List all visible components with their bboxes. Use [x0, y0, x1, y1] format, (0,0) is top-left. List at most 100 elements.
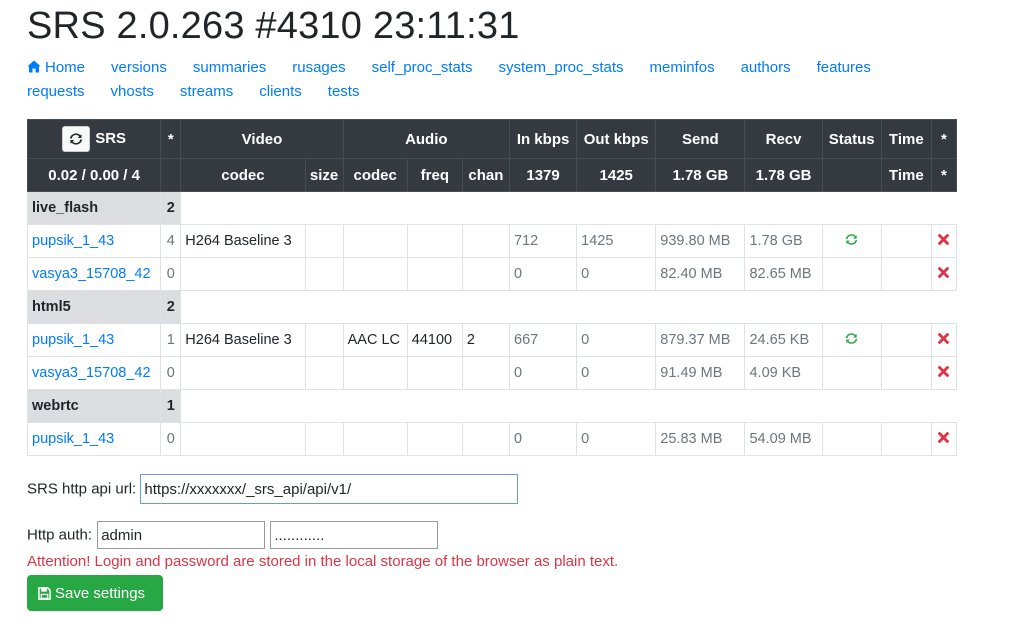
vhost-stream-count: 1: [160, 389, 182, 423]
vhost-row-fill: [180, 290, 957, 324]
vhost-row: webrtc 1: [26, 389, 957, 423]
nav-link-clients[interactable]: clients: [259, 82, 302, 102]
vhost-name: webrtc: [26, 389, 162, 423]
nav-link-label: versions: [111, 59, 167, 76]
stream-name-link[interactable]: vasya3_15708_42: [26, 257, 162, 291]
col-blank-status: [821, 158, 882, 192]
nav-link-label: features: [816, 59, 871, 76]
api-url-row: SRS http api url:: [27, 474, 519, 504]
col-status: Status: [821, 119, 882, 159]
api-url-input[interactable]: [140, 474, 519, 504]
nav-link-streams[interactable]: streams: [180, 82, 233, 102]
col-audio-freq: freq: [406, 158, 463, 192]
in-kbps: 0: [508, 257, 578, 291]
stream-time: [880, 323, 932, 357]
col-star: *: [160, 119, 182, 159]
audio-chan: [461, 257, 511, 291]
vhost-name: html5: [26, 290, 162, 324]
audio-codec: [342, 422, 408, 456]
col-video-codec: codec: [180, 158, 306, 192]
delete-stream-button[interactable]: [930, 422, 958, 456]
nav-link-requests[interactable]: requests: [27, 82, 85, 102]
total-recv: 1.78 GB: [744, 158, 823, 192]
nav-link-home[interactable]: Home: [27, 58, 85, 78]
col-out-kbps: Out kbps: [576, 119, 657, 159]
delete-icon: [938, 233, 950, 246]
nav-link-rusages[interactable]: rusages: [292, 58, 345, 78]
recv-bytes: 24.65 KB: [744, 323, 823, 357]
http-auth-row: Http auth:: [27, 521, 439, 549]
recv-bytes: 1.78 GB: [744, 224, 823, 258]
audio-chan: [461, 356, 511, 390]
refresh-header: SRS: [26, 119, 162, 159]
vhost-row: live_flash 2: [26, 191, 957, 225]
nav-link-label: vhosts: [110, 83, 154, 100]
recv-bytes: 54.09 MB: [744, 422, 823, 456]
col-time-2: Time: [880, 158, 932, 192]
stream-row: vasya3_15708_42 0 0 0 82.40 MB 82.65 MB: [26, 257, 958, 291]
stream-status: [821, 323, 882, 357]
stream-name-link[interactable]: pupsik_1_43: [26, 224, 162, 258]
col-recv: Recv: [744, 119, 823, 159]
sync-icon: [845, 332, 858, 344]
delete-stream-button[interactable]: [930, 224, 958, 258]
nav-link-label: authors: [740, 59, 791, 76]
nav-link-meminfos[interactable]: meminfos: [650, 58, 715, 78]
video-codec: H264 Baseline 3: [180, 323, 306, 357]
col-star-3: *: [930, 158, 958, 192]
nav-link-system-proc-stats[interactable]: system_proc_stats: [499, 58, 624, 78]
nav-row-1: Home versions summaries rusages self_proc_st…: [27, 58, 987, 82]
delete-stream-button[interactable]: [930, 356, 958, 390]
stream-name-link[interactable]: pupsik_1_43: [26, 323, 162, 357]
nav-link-summaries[interactable]: summaries: [193, 58, 266, 78]
nav-link-authors[interactable]: authors: [741, 58, 791, 78]
delete-icon: [938, 431, 950, 444]
client-count: 4: [160, 224, 182, 258]
login-input[interactable]: [97, 521, 266, 549]
audio-chan: [461, 224, 511, 258]
nav-link-features[interactable]: features: [817, 58, 871, 78]
col-video-size: size: [304, 158, 344, 192]
stream-time: [880, 257, 932, 291]
recv-bytes: 82.65 MB: [744, 257, 823, 291]
recv-bytes: 4.09 KB: [744, 356, 823, 390]
nav-link-self-proc-stats[interactable]: self_proc_stats: [372, 58, 473, 78]
storage-warning: Attention! Login and password are stored…: [27, 553, 619, 570]
col-star-2: *: [930, 119, 958, 159]
client-count: 0: [160, 356, 182, 390]
sync-icon: [845, 233, 858, 245]
nav-link-label: clients: [259, 83, 302, 100]
nav-link-versions[interactable]: versions: [111, 58, 167, 78]
save-settings-button[interactable]: Save settings: [27, 575, 163, 611]
stream-status: [821, 257, 882, 291]
nav-link-label: tests: [327, 83, 360, 100]
nav-links: Home versions summaries rusages self_proc_st…: [27, 58, 987, 106]
api-url-label: SRS http api url:: [27, 480, 137, 498]
table-header-row-1: SRS * Video Audio In kbps Out kbps Send …: [26, 119, 958, 159]
stream-name-link[interactable]: vasya3_15708_42: [26, 356, 162, 390]
nav-link-vhosts[interactable]: vhosts: [111, 82, 154, 102]
stream-name-link[interactable]: pupsik_1_43: [26, 422, 162, 456]
stream-status: [821, 224, 882, 258]
out-kbps: 1425: [576, 224, 657, 258]
password-input[interactable]: [270, 521, 439, 549]
nav-link-label: meminfos: [649, 59, 715, 76]
video-size: [304, 323, 344, 357]
delete-stream-button[interactable]: [930, 323, 958, 357]
save-label: Save settings: [55, 584, 146, 602]
delete-stream-button[interactable]: [930, 257, 958, 291]
send-bytes: 82.40 MB: [655, 257, 746, 291]
col-audio-chan: chan: [461, 158, 511, 192]
audio-codec: [342, 224, 408, 258]
refresh-button[interactable]: [62, 126, 91, 152]
audio-freq: [406, 356, 463, 390]
out-kbps: 0: [576, 422, 657, 456]
stream-time: [880, 224, 932, 258]
delete-icon: [938, 365, 950, 378]
delete-icon: [938, 266, 950, 279]
nav-link-tests[interactable]: tests: [328, 82, 360, 102]
refresh-icon: [70, 133, 83, 145]
vhost-row-fill: [180, 389, 957, 423]
col-audio-codec: codec: [342, 158, 408, 192]
in-kbps: 667: [508, 323, 578, 357]
